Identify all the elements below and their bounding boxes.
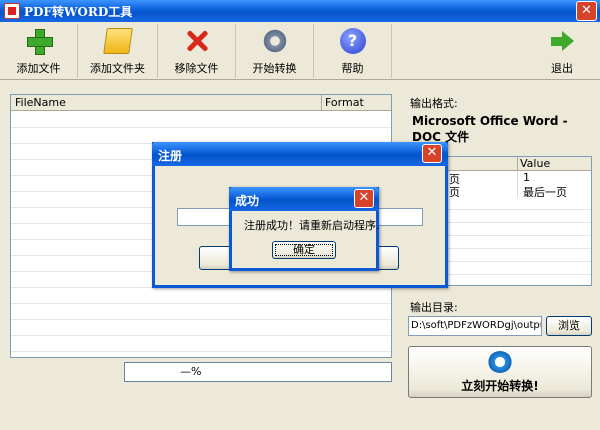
output-format-label: 输出格式:	[410, 97, 458, 110]
file-list-header: FileName Format	[11, 95, 391, 111]
remove-file-label: 移除文件	[174, 62, 219, 75]
add-folder-label: 添加文件夹	[90, 62, 145, 75]
output-dir-field[interactable]: D:\soft\PDFzWORDgj\output\	[408, 316, 542, 336]
help-label: 帮助	[341, 62, 364, 75]
register-dialog-close-button[interactable]: ✕	[422, 144, 442, 163]
property-value: 1	[523, 171, 530, 184]
column-filename[interactable]: FileName	[15, 96, 66, 109]
plus-icon	[26, 28, 53, 55]
register-dialog-title-bar: 注册	[152, 142, 448, 166]
column-separator	[517, 157, 518, 171]
remove-file-button[interactable]: 移除文件	[158, 24, 236, 78]
exit-arrow-icon	[549, 28, 575, 54]
convert-now-button[interactable]: 立刻开始转换!	[408, 346, 592, 398]
window-title: PDF转WORD工具	[24, 5, 133, 19]
delete-icon	[184, 28, 210, 54]
toolbar: 添加文件 添加文件夹 移除文件 开始转换 ? 帮助 退出	[0, 22, 600, 80]
window-title-bar: PDF转WORD工具 ✕	[0, 0, 600, 22]
add-folder-button[interactable]: 添加文件夹	[78, 24, 158, 78]
help-button[interactable]: ? 帮助	[314, 24, 392, 78]
exit-label: 退出	[551, 62, 573, 75]
success-dialog-title: 成功	[235, 194, 260, 208]
output-dir-label: 输出目录:	[410, 301, 458, 314]
progress-percent: —%	[180, 365, 202, 378]
start-convert-label: 开始转换	[252, 62, 297, 75]
register-dialog-title: 注册	[158, 149, 183, 163]
app-icon	[4, 3, 20, 19]
column-separator	[321, 95, 322, 111]
output-format-value: Microsoft Office Word - DOC 文件	[412, 114, 568, 144]
column-format[interactable]: Format	[325, 96, 364, 109]
exit-button[interactable]: 退出	[524, 24, 600, 78]
folder-icon	[102, 28, 133, 54]
add-file-label: 添加文件	[16, 62, 61, 75]
window-close-button[interactable]: ✕	[576, 1, 597, 21]
progress-bar	[124, 362, 392, 382]
column-value: Value	[520, 157, 551, 170]
convert-now-label: 立刻开始转换!	[461, 379, 539, 393]
help-icon: ?	[339, 28, 366, 54]
ok-button[interactable]: 确定	[272, 241, 336, 259]
success-dialog: 成功 ✕ 注册成功！请重新启动程序. 确定	[229, 187, 380, 271]
gears-icon	[261, 28, 288, 54]
browse-button[interactable]: 浏览	[546, 316, 592, 336]
start-convert-button[interactable]: 开始转换	[236, 24, 314, 78]
add-file-button[interactable]: 添加文件	[0, 24, 78, 78]
success-message: 注册成功！请重新启动程序.	[244, 219, 380, 232]
refresh-icon	[488, 351, 512, 373]
success-dialog-close-button[interactable]: ✕	[354, 189, 374, 208]
